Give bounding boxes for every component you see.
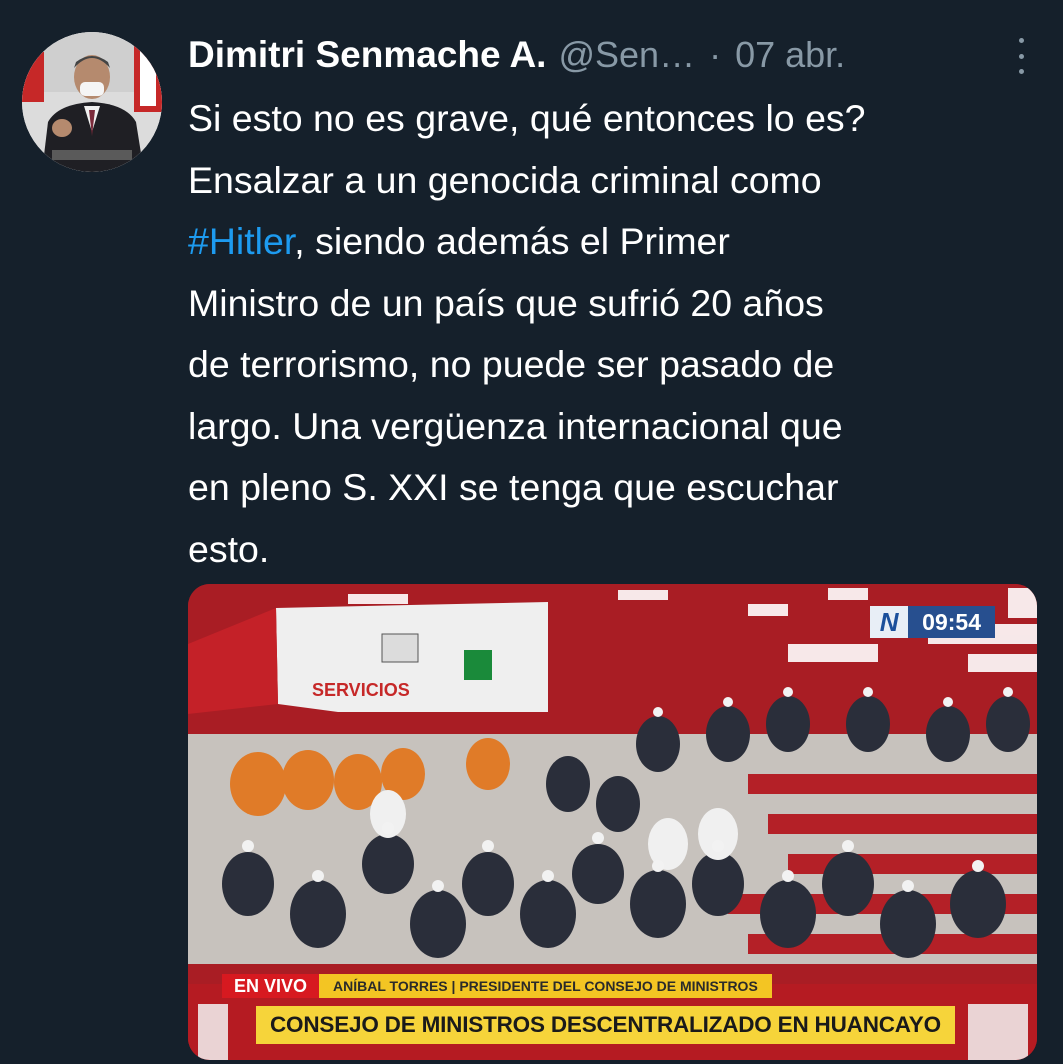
tweet-text-segment: en pleno S. XXI se tenga que escuchar xyxy=(188,466,839,508)
tweet-text-line: Ministro de un país que sufrió 20 años xyxy=(188,273,1038,335)
more-options-icon[interactable] xyxy=(1009,38,1033,74)
tweet-text-line: Si esto no es grave, qué entonces lo es? xyxy=(188,88,1038,150)
tweet-media[interactable]: SERVICIOS N 09:54 EN VIVO ANÍBAL TORRES … xyxy=(188,584,1037,1060)
tweet-text-segment: Ensalzar a un genocida criminal como xyxy=(188,158,822,201)
svg-text:SERVICIOS: SERVICIOS xyxy=(312,680,410,700)
tweet-text-line: en pleno S. XXI se tenga que escuchar xyxy=(188,457,1038,519)
tweet-text-line: Ensalzar a un genocida criminal como xyxy=(188,150,1038,212)
lower-third: EN VIVO ANÍBAL TORRES | PRESIDENTE DEL C… xyxy=(222,974,982,1044)
tweet-text-line: esto. xyxy=(188,519,1038,581)
tweet-date[interactable]: 07 abr. xyxy=(735,34,845,76)
avatar[interactable] xyxy=(22,32,162,172)
separator-dot: · xyxy=(709,34,722,75)
tweet-text-segment: , siendo además el Primer xyxy=(294,220,730,262)
speaker-caption: ANÍBAL TORRES | PRESIDENTE DEL CONSEJO D… xyxy=(319,974,772,998)
author-handle[interactable]: @Sen… xyxy=(558,34,695,76)
tweet-text-line: largo. Una vergüenza internacional que xyxy=(188,396,1038,458)
tweet[interactable]: Dimitri Senmache A. @Sen… · 07 abr. Si e… xyxy=(0,0,1063,1064)
tweet-text-segment: largo. Una vergüenza internacional que xyxy=(188,404,843,447)
tweet-text-line: de terrorismo, no puede ser pasado de xyxy=(188,334,1038,396)
hashtag-link[interactable]: #Hitler xyxy=(188,220,294,262)
tweet-text: Si esto no es grave, qué entonces lo es?… xyxy=(188,88,1038,580)
profile-photo-icon xyxy=(22,32,162,172)
tweet-text-segment: Si esto no es grave, qué entonces lo es? xyxy=(188,97,866,139)
broadcast-clock: N 09:54 xyxy=(870,606,995,638)
tweet-text-segment: esto. xyxy=(188,527,270,570)
channel-logo: N xyxy=(870,606,909,638)
author-name[interactable]: Dimitri Senmache A. xyxy=(188,34,546,76)
tweet-header: Dimitri Senmache A. @Sen… · 07 abr. xyxy=(188,26,1033,84)
tweet-text-segment: Ministro de un país que sufrió 20 años xyxy=(188,281,824,324)
tweet-text-line: #Hitler, siendo además el Primer xyxy=(188,211,1038,273)
news-headline: CONSEJO DE MINISTROS DESCENTRALIZADO EN … xyxy=(256,1006,955,1044)
live-badge: EN VIVO xyxy=(222,974,320,998)
broadcast-time: 09:54 xyxy=(908,606,995,638)
tweet-text-segment: de terrorismo, no puede ser pasado de xyxy=(188,343,835,385)
